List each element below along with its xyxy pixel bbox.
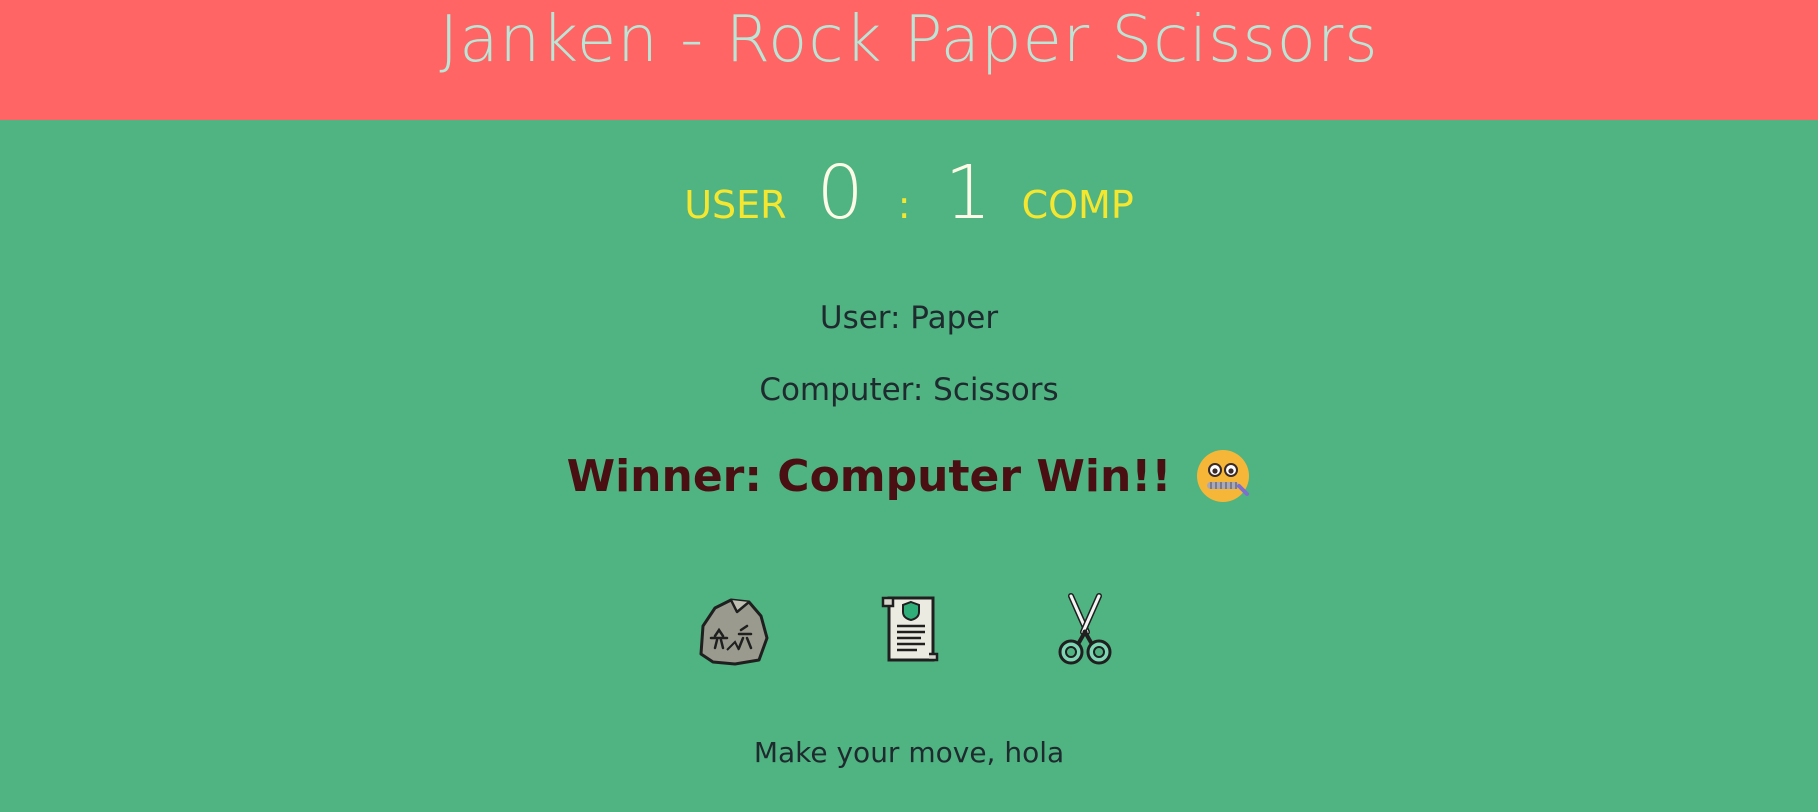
- scissors-button[interactable]: [1047, 592, 1123, 668]
- zipper-mouth-face-icon: [1195, 448, 1251, 504]
- page-title: Janken - Rock Paper Scissors: [439, 3, 1379, 77]
- score-separator: :: [897, 183, 911, 227]
- scoreboard: USER 0 : 1 COMP: [0, 150, 1818, 236]
- paper-button[interactable]: [871, 592, 947, 668]
- computer-choice-text: Computer: Scissors: [759, 372, 1059, 408]
- rock-icon: [699, 598, 769, 666]
- winner-text: Winner: Computer Win!!: [566, 450, 1172, 502]
- choice-buttons: [0, 592, 1818, 668]
- comp-score-label: COMP: [1021, 183, 1134, 227]
- scissors-icon: [1058, 593, 1112, 665]
- rock-button[interactable]: [695, 592, 771, 668]
- paper-scroll-icon: [881, 596, 939, 662]
- move-prompt: Make your move, hola: [753, 736, 1065, 769]
- user-score-label: USER: [684, 183, 787, 227]
- user-score: 0: [816, 150, 864, 236]
- winner-line: Winner: Computer Win!!: [0, 448, 1818, 504]
- user-choice-text: User: Paper: [819, 300, 999, 336]
- comp-score: 1: [944, 150, 992, 236]
